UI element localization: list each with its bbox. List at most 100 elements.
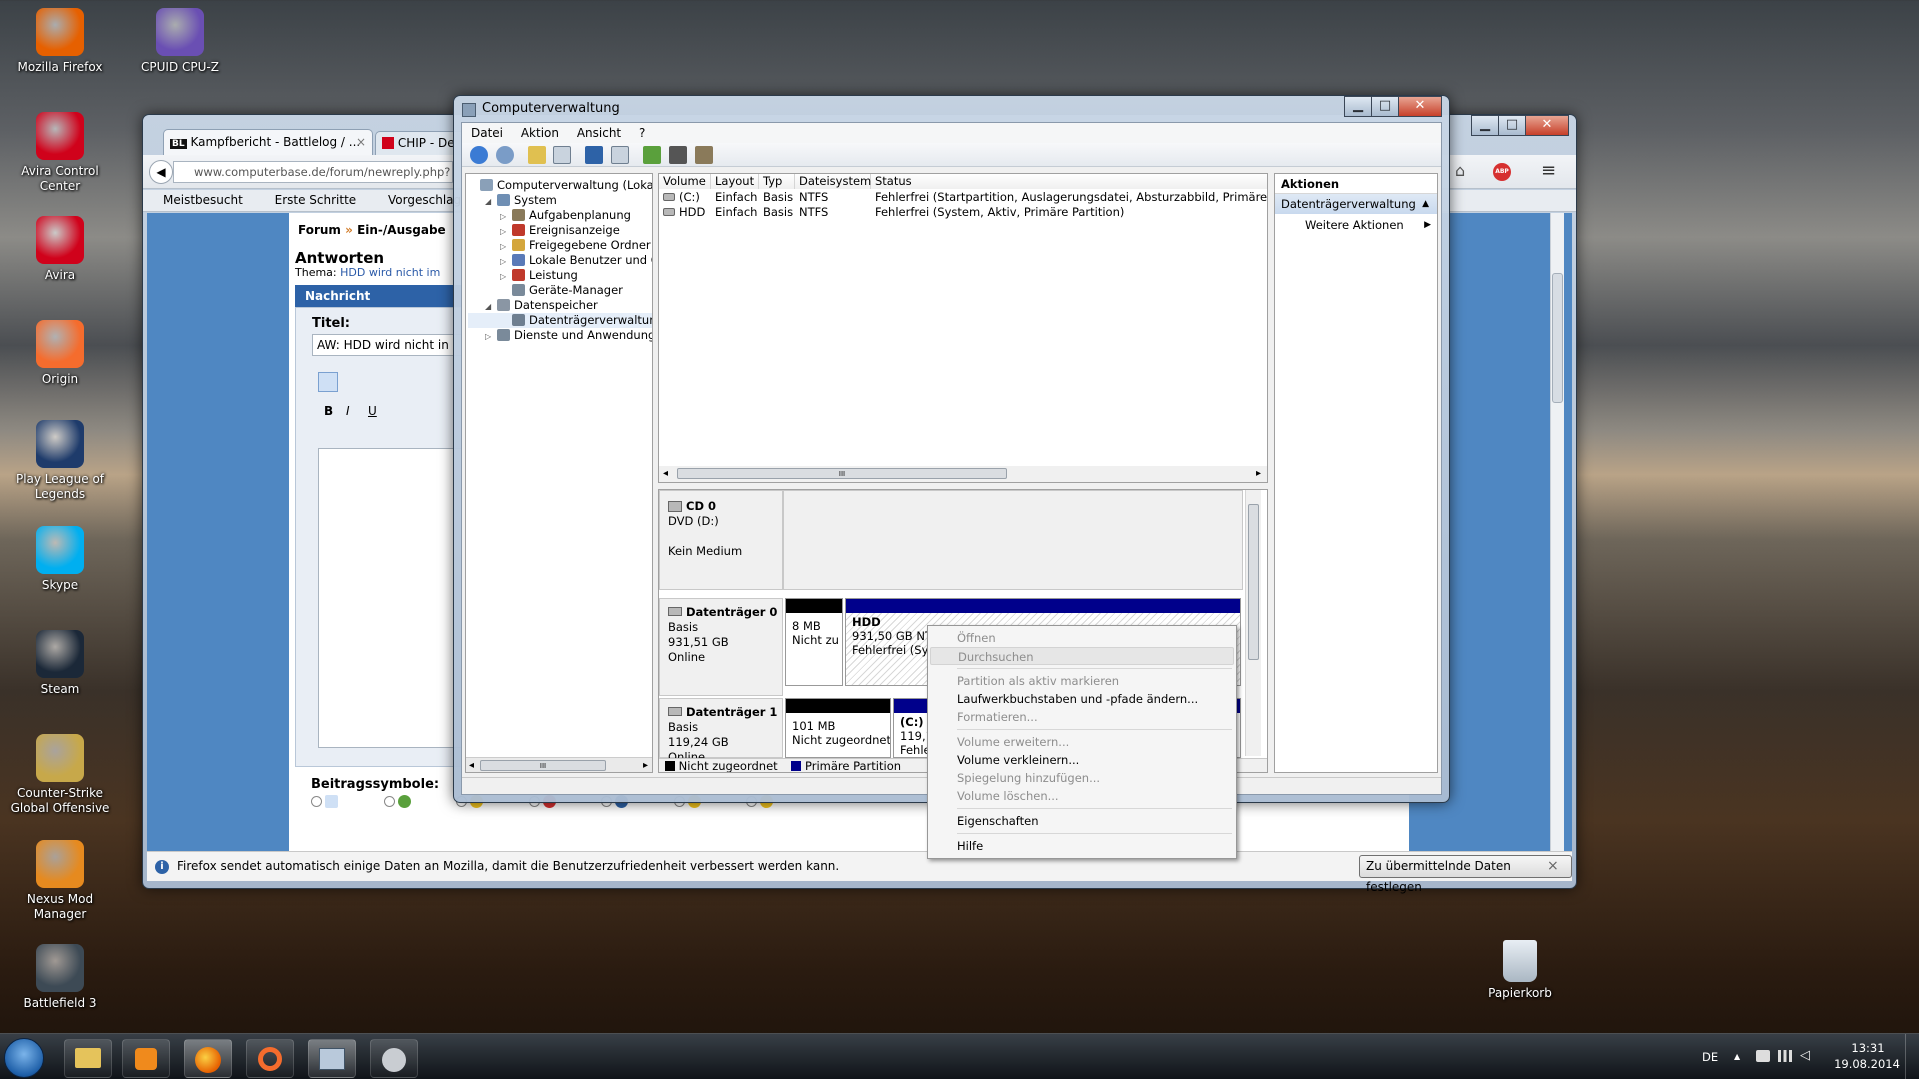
desktop-shortcut[interactable]: Counter-Strike Global Offensive: [5, 734, 115, 816]
taskbar-origin[interactable]: [246, 1039, 294, 1078]
context-menu-item[interactable]: Spiegelung hinzufügen...: [930, 769, 1234, 787]
tree-node[interactable]: Geräte-Manager: [468, 283, 652, 298]
tree-expander-icon[interactable]: ▷: [500, 224, 512, 239]
network-icon[interactable]: [1778, 1050, 1792, 1062]
tree-node[interactable]: Datenträgerverwaltung: [468, 313, 652, 328]
forward-arrow-icon[interactable]: [495, 146, 514, 164]
context-menu-item[interactable]: Hilfe: [930, 837, 1234, 855]
col-volume[interactable]: Volume: [659, 174, 711, 189]
tree-node[interactable]: ▷ Freigegebene Ordner: [468, 238, 652, 254]
actions-section-header[interactable]: Datenträgerverwaltung ▲: [1275, 194, 1437, 214]
disk1-partition-unallocated[interactable]: 101 MB Nicht zugeordnet: [785, 698, 891, 758]
font-icon[interactable]: [318, 372, 338, 392]
disk-vscroll-thumb[interactable]: [1248, 504, 1259, 660]
up-folder-icon[interactable]: [527, 146, 546, 164]
tree-node[interactable]: ▷ Lokale Benutzer und Gr: [468, 253, 652, 269]
tree-expander-icon[interactable]: ◢: [485, 194, 497, 209]
mmc-close-button[interactable]: ✕: [1398, 96, 1442, 117]
desktop-shortcut[interactable]: Nexus Mod Manager: [5, 840, 115, 922]
recycle-bin-shortcut[interactable]: Papierkorb: [1465, 940, 1575, 1001]
taskbar-firefox[interactable]: [184, 1039, 232, 1078]
volume-list-hscrollbar[interactable]: ◂ III ▸: [659, 466, 1267, 482]
tree-node[interactable]: ▷ Ereignisanzeige: [468, 223, 652, 239]
actions-more-item[interactable]: Weitere Aktionen ▶: [1275, 214, 1437, 236]
desktop-shortcut[interactable]: CPUID CPU-Z: [125, 8, 235, 75]
show-hidden-icons[interactable]: ▲: [1734, 1052, 1740, 1061]
desktop-shortcut[interactable]: Mozilla Firefox: [5, 8, 115, 75]
mmc-maximize-button[interactable]: □: [1371, 96, 1399, 117]
taskbar-tool[interactable]: [370, 1039, 418, 1078]
tree-node[interactable]: Computerverwaltung (Lokal): [468, 178, 652, 193]
col-typ[interactable]: Typ: [759, 174, 795, 189]
underline-icon[interactable]: U: [368, 404, 377, 418]
tree-expander-icon[interactable]: ▷: [500, 254, 512, 269]
tree-expander-icon[interactable]: ◢: [485, 299, 497, 314]
scroll-right-arrow[interactable]: ▸: [643, 758, 648, 772]
context-menu-item[interactable]: Volume verkleinern...: [930, 751, 1234, 769]
desktop-shortcut[interactable]: Avira: [5, 216, 115, 283]
action-center-icon[interactable]: [1756, 1050, 1770, 1062]
help-icon[interactable]: [585, 146, 604, 164]
clock-time[interactable]: 13:31: [1838, 1041, 1898, 1055]
desktop-shortcut[interactable]: Origin: [5, 320, 115, 387]
scroll-right-arrow[interactable]: ▸: [1256, 466, 1261, 481]
tree-node[interactable]: ◢ System: [468, 193, 652, 209]
menu-ansicht[interactable]: Ansicht: [577, 126, 621, 140]
tree-expander-icon[interactable]: ▷: [500, 239, 512, 254]
bookmark-erste-schritte[interactable]: Erste Schritte: [275, 193, 357, 207]
firefox-maximize-button[interactable]: □: [1498, 115, 1526, 136]
properties-icon[interactable]: [694, 146, 713, 164]
menu-icon[interactable]: ≡: [1541, 161, 1561, 181]
col-layout[interactable]: Layout: [711, 174, 759, 189]
volume-hscroll-thumb[interactable]: III: [677, 468, 1007, 479]
mmc-minimize-button[interactable]: ▁: [1344, 96, 1372, 117]
page-scrollbar[interactable]: [1550, 213, 1564, 851]
refresh-icon[interactable]: [642, 146, 661, 164]
back-button[interactable]: ◀: [149, 160, 173, 184]
export-icon[interactable]: [668, 146, 687, 164]
tree-node[interactable]: ◢ Datenspeicher: [468, 298, 652, 314]
firefox-minimize-button[interactable]: ▁: [1471, 115, 1499, 136]
thema-value[interactable]: HDD wird nicht im: [340, 266, 440, 279]
tree-expander-icon[interactable]: ▷: [500, 209, 512, 224]
volume-icon[interactable]: ◁: [1800, 1049, 1814, 1063]
tab-chip[interactable]: CHIP - De: [375, 131, 465, 155]
taskbar-computer-management[interactable]: [308, 1039, 356, 1078]
post-icon-radio[interactable]: [383, 796, 395, 807]
italic-icon[interactable]: I: [346, 404, 350, 418]
taskbar-explorer[interactable]: [64, 1039, 112, 1078]
menu-datei[interactable]: Datei: [471, 126, 503, 140]
show-desktop-button[interactable]: [1905, 1034, 1919, 1079]
desktop-shortcut[interactable]: Steam: [5, 630, 115, 697]
tab-battlelog[interactable]: BL Kampfbericht - Battlelog / ... ×: [163, 129, 373, 155]
context-menu-item[interactable]: Laufwerkbuchstaben und -pfade ändern...: [930, 690, 1234, 708]
tree-hscrollbar[interactable]: ◂ III ▸: [466, 757, 652, 772]
menu-help[interactable]: ?: [639, 126, 645, 140]
desktop-shortcut[interactable]: Battlefield 3: [5, 944, 115, 1011]
notification-button[interactable]: Zu übermittelnde Daten festlegen: [1359, 855, 1572, 894]
context-menu-item[interactable]: Volume erweitern...: [930, 733, 1234, 751]
firefox-close-button[interactable]: ✕: [1525, 115, 1569, 136]
scroll-left-arrow[interactable]: ◂: [469, 758, 474, 772]
context-menu-item[interactable]: Volume löschen...: [930, 787, 1234, 805]
collapse-up-icon[interactable]: ▲: [1422, 194, 1429, 214]
context-menu-item[interactable]: Formatieren...: [930, 708, 1234, 726]
volume-row[interactable]: HDD Einfach Basis NTFS Fehlerfrei (System, A…: [659, 205, 1267, 220]
desktop-shortcut[interactable]: Avira Control Center: [5, 112, 115, 194]
notification-close-icon[interactable]: ×: [1547, 852, 1559, 880]
volume-row[interactable]: (C:) Einfach Basis NTFS Fehlerfrei (Startpar…: [659, 190, 1267, 205]
desktop-shortcut[interactable]: Skype: [5, 526, 115, 593]
tab-close-icon[interactable]: ×: [356, 130, 366, 154]
scroll-left-arrow[interactable]: ◂: [663, 466, 668, 481]
menu-aktion[interactable]: Aktion: [521, 126, 559, 140]
home-icon[interactable]: ⌂: [1455, 163, 1471, 179]
disk-view-vscrollbar[interactable]: [1245, 490, 1261, 756]
tree-expander-icon[interactable]: ▷: [485, 329, 497, 344]
col-dateisystem[interactable]: Dateisystem: [795, 174, 871, 189]
disk0-partition-unallocated[interactable]: 8 MB Nicht zu: [785, 598, 843, 686]
language-indicator[interactable]: DE: [1702, 1050, 1718, 1064]
adblock-icon[interactable]: ABP: [1493, 163, 1511, 181]
clock-date[interactable]: 19.08.2014: [1832, 1057, 1902, 1071]
context-menu-item[interactable]: Durchsuchen: [930, 647, 1234, 665]
breadcrumb-section[interactable]: Ein-/Ausgabe: [357, 223, 446, 237]
